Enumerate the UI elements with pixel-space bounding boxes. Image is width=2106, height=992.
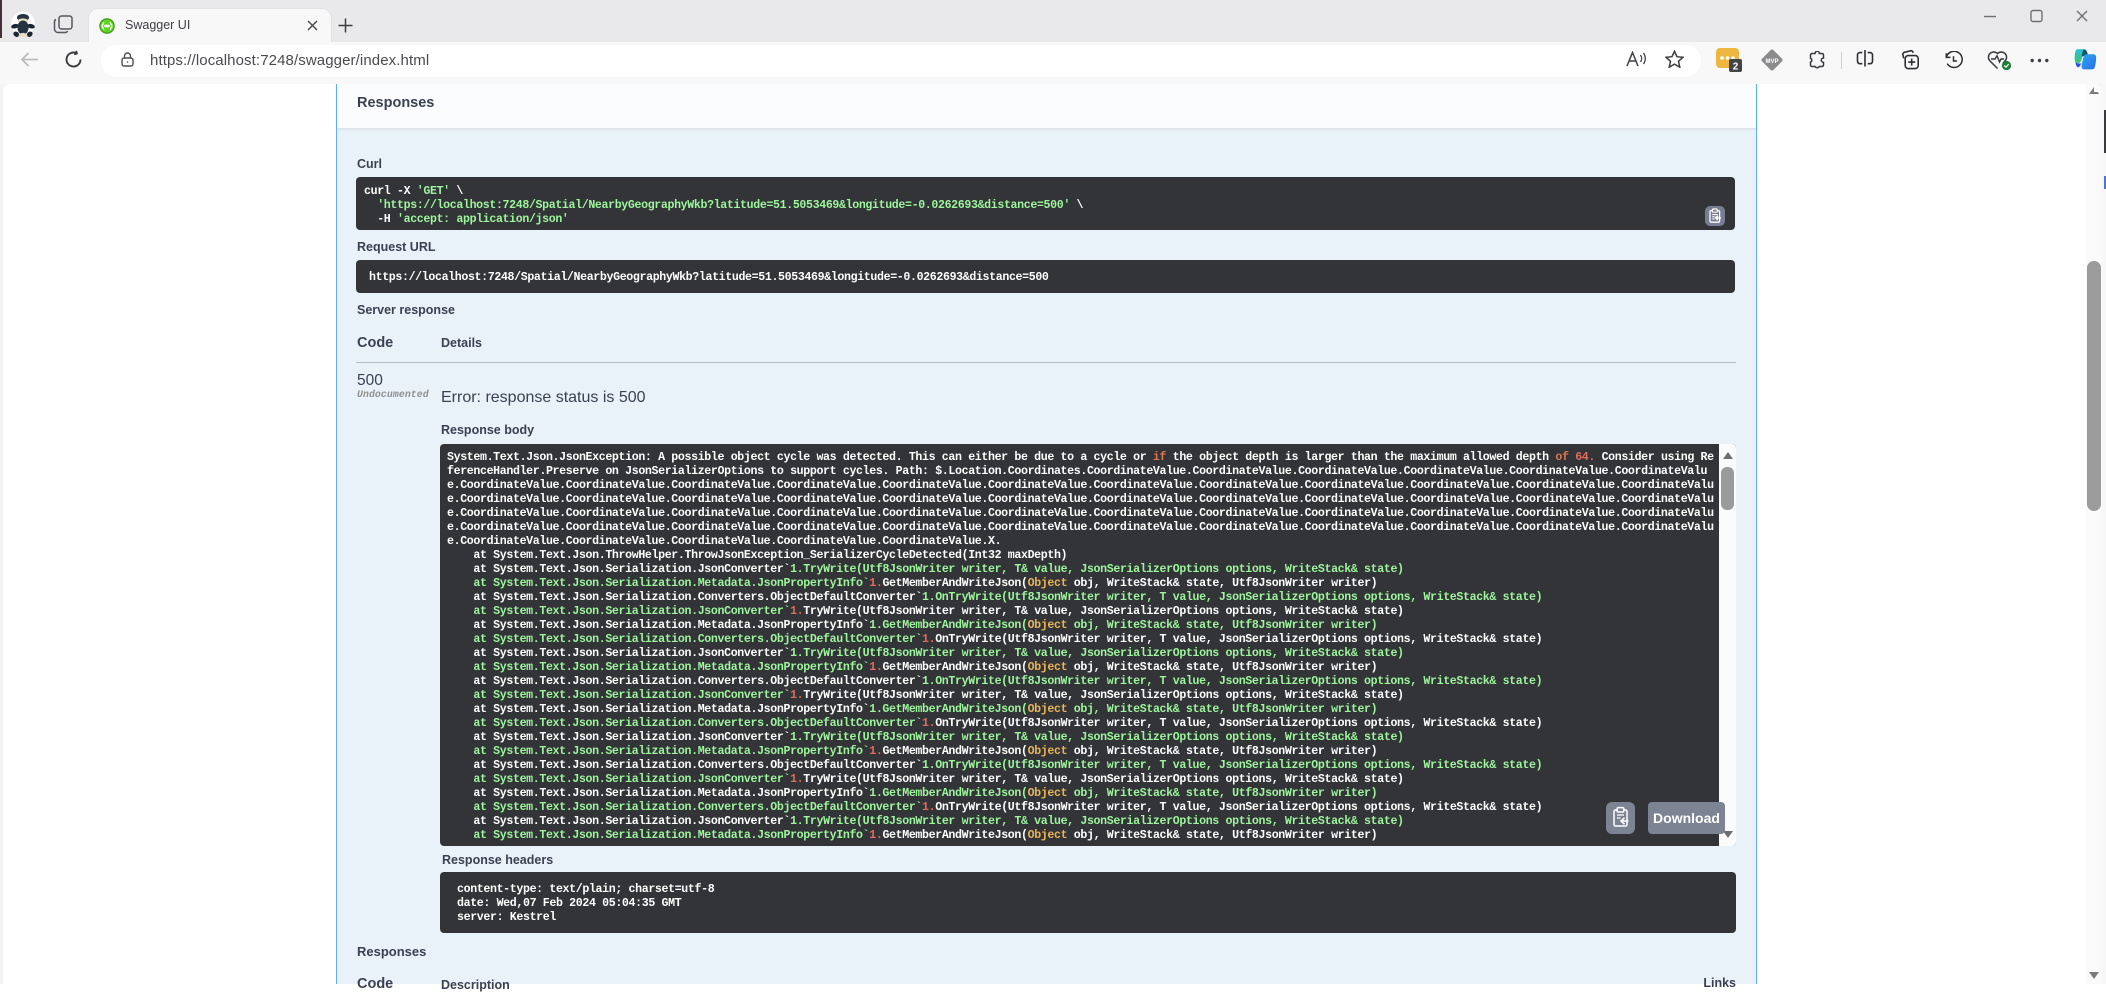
svg-text:2: 2 [1733, 62, 1739, 73]
svg-text:MVP: MVP [1765, 59, 1778, 65]
